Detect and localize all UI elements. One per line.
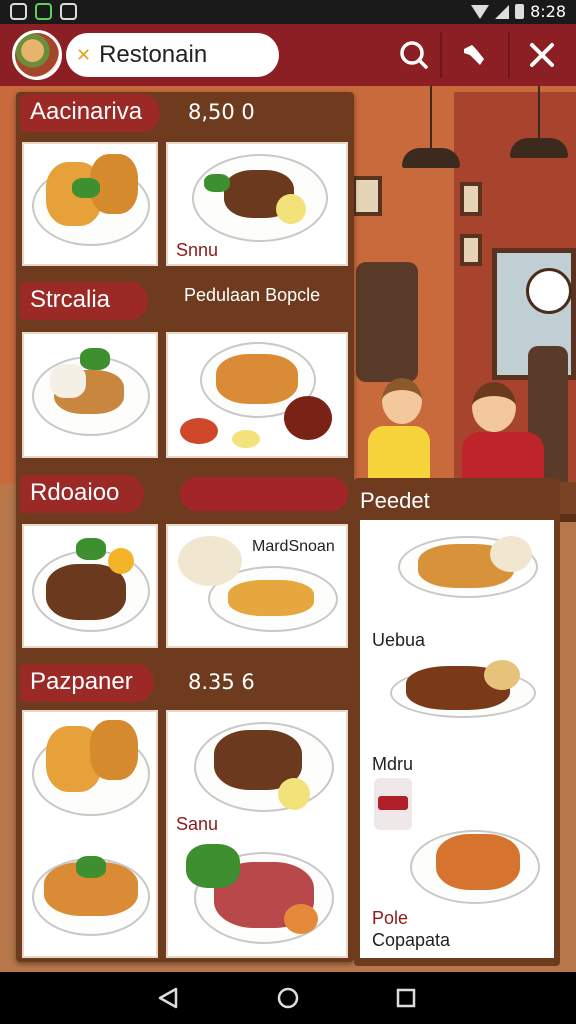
menu-item-card[interactable] — [166, 332, 348, 458]
section-header[interactable]: Aacinariva — [20, 94, 160, 132]
featured-list[interactable]: Uebua Mdru Pole Copapata — [360, 520, 554, 958]
restaurant-logo[interactable] — [12, 30, 62, 80]
battery-icon — [515, 4, 525, 19]
food-image — [436, 834, 520, 890]
soup-bowl-image — [178, 536, 242, 586]
side-dish-image — [484, 660, 520, 690]
wall-picture — [460, 182, 482, 216]
featured-item-label: Copapata — [372, 930, 451, 950]
recents-square-icon — [396, 988, 416, 1008]
featured-panel: Peedet Uebua Mdru Pole Copapata — [354, 478, 560, 966]
side-dish-image — [180, 418, 218, 444]
menu-item-card[interactable] — [22, 142, 158, 266]
wall-picture — [460, 234, 482, 266]
sauce-bowl-image — [284, 904, 318, 934]
garnish-image — [80, 348, 110, 370]
egg-image — [108, 548, 134, 574]
wifi-icon — [471, 4, 490, 19]
back-button[interactable] — [154, 984, 182, 1012]
menu-item-label: MardSnoan — [252, 538, 335, 555]
app-bar: ✕ Restonain — [0, 24, 576, 86]
sparkle-icon: ✕ — [76, 44, 92, 65]
food-image — [90, 720, 138, 780]
clock-icon — [526, 268, 572, 314]
close-button[interactable] — [522, 35, 562, 75]
section-header[interactable]: Pazpaner — [20, 664, 154, 702]
chair — [356, 262, 418, 382]
status-bar: 8:28 — [0, 0, 576, 24]
recents-button[interactable] — [392, 984, 420, 1012]
toolbar-divider — [508, 32, 510, 78]
soup-bowl-image — [490, 536, 532, 572]
section-header[interactable]: Rdoaioo — [20, 475, 144, 513]
app-notification-icon — [35, 3, 52, 20]
garnish-image — [72, 178, 100, 198]
diner-head — [472, 382, 516, 432]
drink-image — [378, 796, 408, 810]
wrench-icon — [464, 45, 484, 65]
signal-icon — [495, 4, 510, 19]
garnish-image — [76, 856, 106, 878]
noodle-image — [216, 354, 298, 404]
menu-item-card[interactable] — [22, 524, 158, 648]
status-time: 8:28 — [530, 2, 566, 21]
garnish-image — [204, 174, 230, 192]
menu-item-card[interactable]: Snnu — [166, 142, 348, 266]
menu-item-card[interactable] — [22, 332, 158, 458]
wall-picture — [352, 176, 382, 216]
featured-item-label: Uebua — [372, 630, 426, 650]
menu-item-card[interactable] — [22, 710, 158, 958]
title-field[interactable]: ✕ Restonain — [66, 33, 279, 77]
toolbar-divider — [440, 32, 442, 78]
food-image — [228, 580, 314, 616]
section-price: 8,50 0 — [188, 100, 255, 124]
section-price: 8.35 6 — [188, 670, 255, 694]
diner-body — [368, 426, 430, 482]
diner-head — [382, 378, 422, 424]
garnish-image — [76, 538, 106, 560]
tools-button[interactable] — [454, 35, 494, 75]
lemon-image — [276, 194, 306, 224]
search-button[interactable] — [394, 35, 434, 75]
panel-title: Peedet — [360, 488, 430, 513]
menu-item-label: Snnu — [176, 240, 219, 260]
garnish-image — [186, 844, 240, 888]
search-icon — [400, 41, 428, 69]
pendant-lamp — [402, 148, 460, 168]
app-title: Restonain — [99, 41, 208, 68]
home-button[interactable] — [274, 984, 302, 1012]
section-subtitle: Pedulaan Bopcle — [184, 285, 321, 305]
section-banner — [180, 477, 348, 511]
featured-item-label: Mdru — [372, 754, 414, 774]
headset-icon — [10, 3, 27, 20]
featured-item-label: Pole — [372, 908, 409, 928]
system-nav-bar — [0, 972, 576, 1024]
menu-item-label: Sanu — [176, 814, 219, 834]
section-header[interactable]: Strcalia — [20, 282, 148, 320]
food-image — [50, 364, 86, 398]
pendant-lamp — [510, 138, 568, 158]
lemon-image — [278, 778, 310, 810]
home-circle-icon — [277, 987, 299, 1009]
close-icon — [530, 43, 554, 67]
menu-item-card[interactable]: Sanu — [166, 710, 348, 958]
lemon-image — [232, 430, 260, 448]
back-triangle-icon — [158, 987, 178, 1009]
sauce-bowl-image — [284, 396, 332, 440]
menu-item-card[interactable]: MardSnoan — [166, 524, 348, 648]
image-icon — [60, 3, 77, 20]
